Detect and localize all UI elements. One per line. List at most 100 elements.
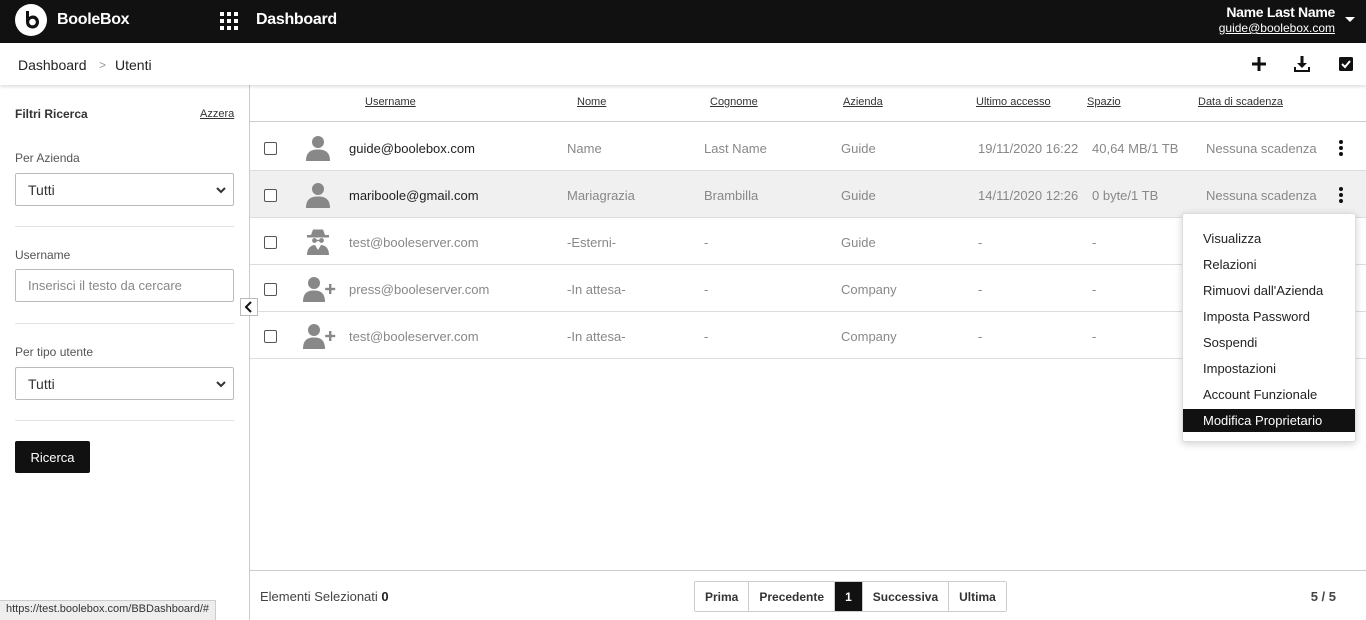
row-azienda: Company (841, 282, 897, 297)
pager-next[interactable]: Successiva (862, 582, 950, 611)
brand-name: BooleBox (57, 11, 130, 28)
row-checkbox[interactable] (264, 189, 277, 202)
row-scadenza: Nessuna scadenza (1206, 141, 1317, 156)
search-button[interactable]: Ricerca (15, 441, 90, 473)
row-nome: Name (567, 141, 602, 156)
row-ultimo-accesso: 19/11/2020 16:22 (978, 141, 1079, 156)
pager-last[interactable]: Ultima (949, 582, 1006, 611)
menu-item-modifica-proprietario[interactable]: Modifica Proprietario (1183, 409, 1355, 432)
plus-icon (1252, 57, 1266, 71)
status-bar-url: https://test.boolebox.com/BBDashboard/# (0, 600, 217, 620)
row-nome: -In attesa- (567, 282, 626, 297)
user-icon (306, 183, 330, 208)
row-checkbox[interactable] (264, 283, 277, 296)
column-header-azienda[interactable]: Azienda (843, 96, 883, 108)
row-checkbox[interactable] (264, 236, 277, 249)
table-row[interactable]: mariboole@gmail.com Mariagrazia Brambill… (250, 171, 1366, 218)
row-nome: -Esterni- (567, 235, 617, 250)
row-cognome: Brambilla (704, 188, 759, 203)
row-cognome: Last Name (704, 141, 767, 156)
row-cognome: - (704, 282, 709, 297)
column-header-spazio[interactable]: Spazio (1087, 96, 1121, 108)
page-title: Dashboard (256, 11, 337, 28)
divider (15, 323, 234, 324)
breadcrumb-utenti: Utenti (115, 57, 152, 73)
row-username: guide@boolebox.com (349, 141, 475, 156)
row-cognome: - (704, 329, 709, 344)
caret-down-icon[interactable] (1345, 17, 1355, 22)
column-header-data-scadenza[interactable]: Data di scadenza (1198, 96, 1283, 108)
row-spazio: - (1092, 235, 1097, 250)
breadcrumb: Dashboard > Utenti (0, 43, 1366, 85)
column-header-nome[interactable]: Nome (577, 96, 606, 108)
row-actions-menu-icon[interactable] (1338, 140, 1343, 157)
pager-previous[interactable]: Precedente (749, 582, 836, 611)
row-azienda: Guide (841, 235, 876, 250)
menu-item-sospendi[interactable]: Sospendi (1183, 331, 1355, 354)
pager-first[interactable]: Prima (695, 582, 750, 611)
user-menu[interactable]: Name Last Name guide@boolebox.com (1219, 4, 1336, 35)
table-row[interactable]: guide@boolebox.com Name Last Name Guide … (250, 124, 1366, 171)
selected-items-label: Elementi Selezionati (260, 589, 378, 604)
column-header-ultimo-accesso[interactable]: Ultimo accesso (976, 96, 1051, 108)
menu-item-visualizza[interactable]: Visualizza (1183, 227, 1355, 250)
row-ultimo-accesso: - (978, 282, 983, 297)
top-bar: BooleBox Dashboard Name Last Name guide@… (0, 0, 1366, 43)
row-spazio: - (1092, 329, 1097, 344)
pager-current-page[interactable]: 1 (835, 582, 863, 611)
row-cognome: - (704, 235, 709, 250)
users-table-header: Username Nome Cognome Azienda Ultimo acc… (250, 85, 1366, 122)
menu-item-impostazioni[interactable]: Impostazioni (1183, 357, 1355, 380)
chevron-down-icon (216, 187, 226, 194)
username-filter-label: Username (15, 248, 71, 262)
user-plus-icon (303, 324, 336, 349)
pagination: Prima Precedente 1 Successiva Ultima (694, 581, 1007, 612)
collapse-sidebar-button[interactable] (240, 298, 258, 316)
row-checkbox[interactable] (264, 330, 277, 343)
user-email[interactable]: guide@boolebox.com (1219, 21, 1335, 35)
chevron-down-icon (216, 381, 226, 388)
row-ultimo-accesso: - (978, 235, 983, 250)
menu-item-relazioni[interactable]: Relazioni (1183, 253, 1355, 276)
breadcrumb-separator: > (99, 58, 107, 72)
menu-item-account-funzionale[interactable]: Account Funzionale (1183, 383, 1355, 406)
row-scadenza: Nessuna scadenza (1206, 188, 1317, 203)
chevron-left-icon (244, 301, 252, 313)
row-azienda: Company (841, 329, 897, 344)
user-name[interactable]: Name Last Name (1219, 4, 1335, 20)
company-filter-value: Tutti (28, 182, 55, 198)
row-nome: Mariagrazia (567, 188, 635, 203)
row-username: test@booleserver.com (349, 235, 479, 250)
company-filter-label: Per Azienda (15, 151, 80, 165)
row-spazio: - (1092, 282, 1097, 297)
select-all-button[interactable] (1337, 55, 1355, 73)
add-user-button[interactable] (1250, 55, 1268, 73)
spy-user-icon (307, 229, 329, 255)
boolebox-logo-icon[interactable] (15, 4, 47, 36)
user-icon (306, 136, 330, 161)
user-type-filter-value: Tutti (28, 376, 55, 392)
column-header-username[interactable]: Username (365, 96, 416, 108)
total-count: 5 / 5 (1310, 589, 1336, 604)
row-username: press@booleserver.com (349, 282, 490, 297)
row-actions-menu-icon[interactable] (1338, 187, 1343, 204)
row-context-menu: Visualizza Relazioni Rimuovi dall'Aziend… (1182, 213, 1356, 442)
row-checkbox[interactable] (264, 142, 277, 155)
company-filter-select[interactable]: Tutti (15, 173, 234, 206)
user-type-filter-select[interactable]: Tutti (15, 367, 234, 400)
divider (15, 226, 234, 227)
row-username: mariboole@gmail.com (349, 188, 479, 203)
row-azienda: Guide (841, 141, 876, 156)
menu-item-rimuovi-azienda[interactable]: Rimuovi dall'Azienda (1183, 279, 1355, 302)
breadcrumb-dashboard[interactable]: Dashboard (18, 57, 87, 73)
selected-items-count: 0 (381, 589, 389, 604)
row-ultimo-accesso: - (978, 329, 983, 344)
user-type-filter-label: Per tipo utente (15, 345, 94, 359)
download-icon (1294, 56, 1310, 72)
apps-grid-icon[interactable] (220, 12, 240, 32)
export-button[interactable] (1293, 55, 1311, 73)
column-header-cognome[interactable]: Cognome (710, 96, 758, 108)
username-search-input[interactable] (15, 269, 234, 302)
reset-filters-link[interactable]: Azzera (200, 108, 234, 120)
menu-item-imposta-password[interactable]: Imposta Password (1183, 305, 1355, 328)
